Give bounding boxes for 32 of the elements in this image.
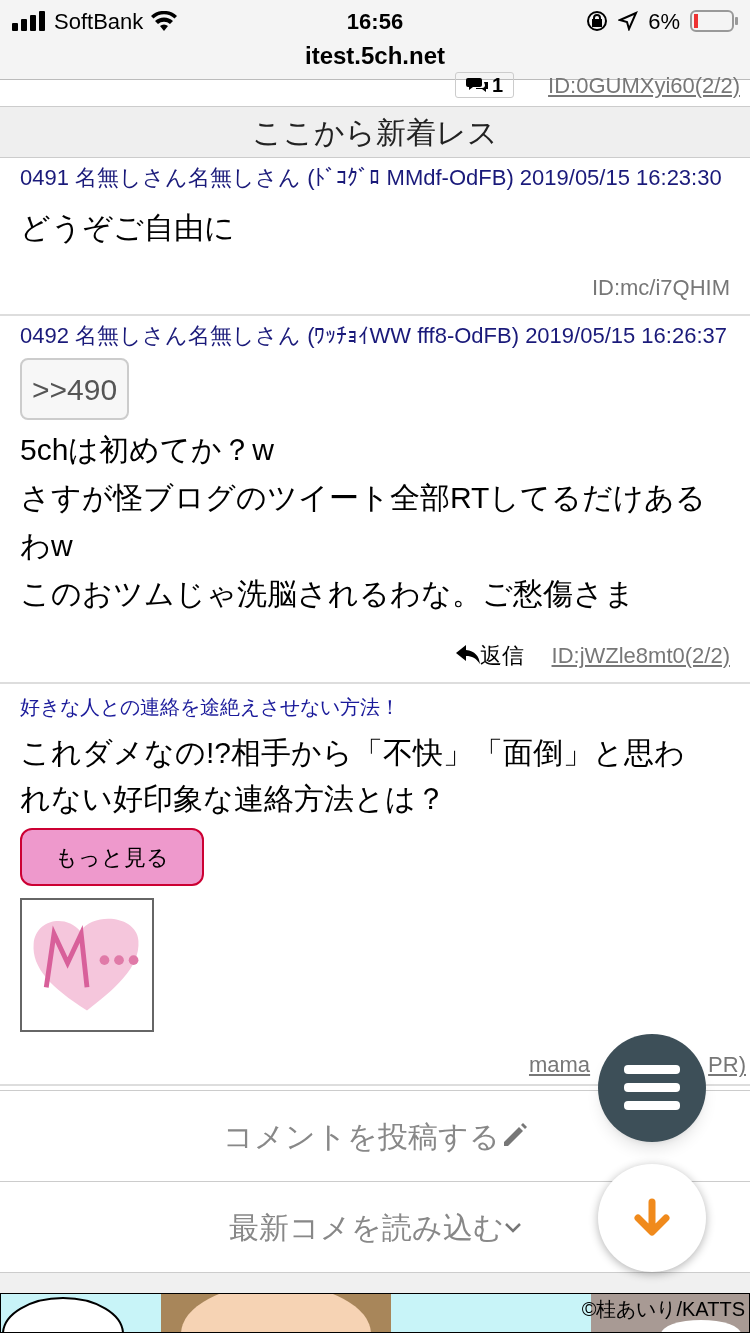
- quote-link-button[interactable]: >>490: [20, 358, 130, 420]
- rotation-lock-icon: [586, 10, 609, 32]
- id-link[interactable]: ID:0GUMXyi60(2/2): [548, 68, 740, 102]
- reply-button[interactable]: 返信: [455, 638, 524, 672]
- post-text: さすが怪ブログのツイート全部RTしてるだけあるわw: [20, 480, 708, 564]
- post-header: 0491 名無しさん名無しさん (ﾄﾞｺｸﾞﾛ MMdf-OdFB) 2019/05/15 16:23:30: [20, 166, 723, 190]
- reply-arrow-icon: [455, 645, 480, 665]
- ad-source-link[interactable]: PR): [708, 1048, 746, 1081]
- arrow-down-icon: [632, 1198, 672, 1238]
- menu-icon: [624, 1065, 680, 1111]
- comments-icon: [465, 76, 490, 94]
- chevron-down-icon: [503, 1220, 522, 1234]
- reply-count-button[interactable]: 1: [454, 72, 515, 98]
- post-text: どうぞご自由に: [20, 210, 236, 246]
- url-text[interactable]: itest.5ch.net: [304, 38, 445, 74]
- ad-headline[interactable]: これダメなの!?相手から「不快」「面倒」と思われない好印象な連絡方法とは？: [20, 730, 730, 822]
- clock-time: 16:56: [346, 7, 404, 36]
- post-text: このおツムじゃ洗脳されるわな。ご愁傷さま: [20, 576, 636, 612]
- carrier-name: SoftBank: [54, 7, 144, 36]
- ad-source-link[interactable]: mama: [529, 1048, 591, 1081]
- more-button[interactable]: もっと見る: [20, 828, 204, 886]
- poster-id-link[interactable]: ID:jWZle8mt0(2/2): [551, 638, 730, 672]
- battery-percent: 6%: [648, 7, 680, 36]
- battery-icon: [690, 10, 738, 32]
- wifi-icon: [151, 11, 178, 31]
- post-header: 0492 名無しさん名無しさん (ﾜｯﾁｮｲWW fff8-OdFB) 2019/05/15 16:26:37: [20, 324, 728, 348]
- ad-title-link[interactable]: 好きな人との連絡を途絶えさせない方法！: [20, 692, 400, 722]
- signal-icon: [12, 11, 46, 31]
- image-credit: ©桂あいり/KATTS: [581, 1297, 745, 1322]
- post-text: 5chは初めてか？w: [20, 432, 276, 468]
- location-icon: [618, 11, 639, 31]
- poster-id: ID:mc/i7QHIM: [591, 273, 730, 302]
